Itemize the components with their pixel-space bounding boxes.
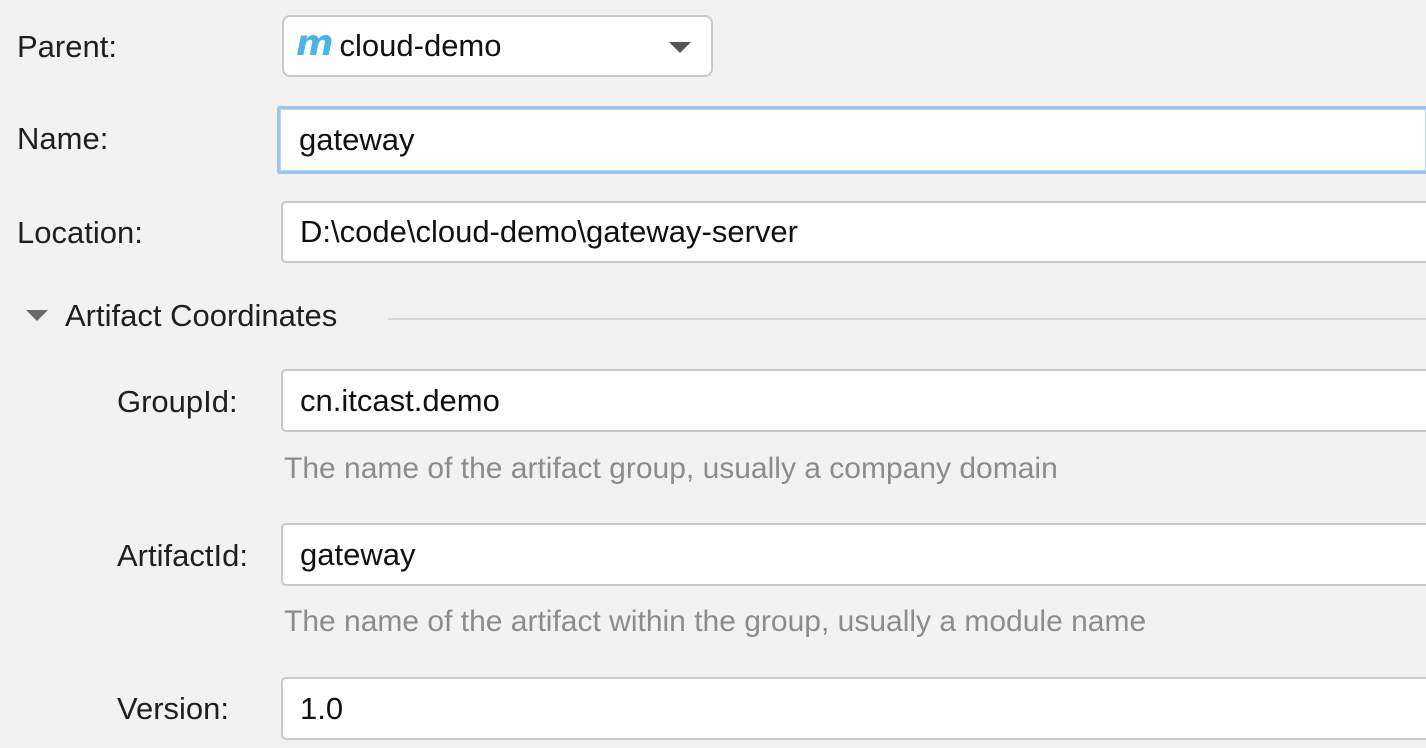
maven-icon: m <box>296 23 334 64</box>
parent-value: cloud-demo <box>339 28 502 63</box>
groupid-hint: The name of the artifact group, usually … <box>284 452 1058 485</box>
artifactid-hint: The name of the artifact within the grou… <box>284 605 1147 638</box>
artifactid-label: ArtifactId: <box>117 538 248 573</box>
parent-label: Parent: <box>17 29 117 64</box>
new-module-form: Parent: m cloud-demo Name: gateway Locat… <box>0 0 1426 748</box>
chevron-down-icon[interactable] <box>669 42 691 53</box>
collapse-triangle-icon[interactable] <box>26 310 48 321</box>
name-value: gateway <box>299 122 415 157</box>
artifactid-value: gateway <box>300 536 416 572</box>
artifact-section-title[interactable]: Artifact Coordinates <box>65 296 337 336</box>
name-label: Name: <box>17 121 109 156</box>
version-field[interactable]: 1.0 <box>281 677 1426 740</box>
version-value: 1.0 <box>300 690 344 726</box>
section-divider <box>388 318 1426 320</box>
parent-dropdown[interactable]: m cloud-demo <box>282 15 713 77</box>
version-label: Version: <box>117 691 230 726</box>
location-label: Location: <box>17 215 143 250</box>
name-field[interactable]: gateway <box>277 106 1426 174</box>
artifactid-field[interactable]: gateway <box>281 523 1426 586</box>
groupid-label: GroupId: <box>117 384 238 419</box>
location-value: D:\code\cloud-demo\gateway-server <box>300 214 798 249</box>
groupid-value: cn.itcast.demo <box>300 382 500 418</box>
location-field[interactable]: D:\code\cloud-demo\gateway-server <box>281 201 1426 263</box>
groupid-field[interactable]: cn.itcast.demo <box>281 369 1426 432</box>
